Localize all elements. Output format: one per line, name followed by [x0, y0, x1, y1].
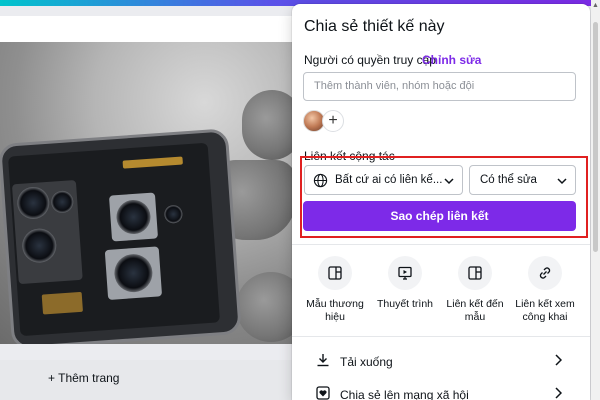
globe-icon — [313, 173, 328, 191]
link-icon — [528, 256, 562, 290]
row-label: Tải xuống — [340, 355, 393, 369]
heart-icon — [316, 386, 330, 400]
member-search-input[interactable]: Thêm thành viên, nhóm hoặc đội — [303, 72, 576, 101]
access-label: Người có quyền truy cập — [304, 53, 436, 67]
link-access-value: Bất cứ ai có liên kế... — [335, 174, 443, 186]
chevron-down-icon — [557, 176, 567, 188]
design-photo[interactable] — [0, 42, 292, 344]
present-icon — [388, 256, 422, 290]
share-social-row[interactable]: Chia sẻ lên mạng xã hội — [316, 383, 572, 400]
template-link-icon — [458, 256, 492, 290]
option-label: Mẫu thương hiệu — [306, 298, 364, 323]
option-public-view-link[interactable]: Liên kết xem công khai — [510, 256, 580, 324]
editor-bottom-bar — [0, 360, 292, 400]
add-page-button[interactable]: + Thêm trang — [48, 371, 119, 385]
page-canvas-top — [0, 16, 292, 42]
permission-value: Có thể sửa — [480, 174, 537, 186]
scrollbar-thumb[interactable] — [593, 22, 598, 252]
divider — [292, 336, 590, 337]
chevron-right-icon — [554, 354, 563, 369]
template-icon — [318, 256, 352, 290]
add-member-button[interactable]: + — [322, 110, 344, 132]
scroll-up-icon[interactable]: ▲ — [592, 2, 599, 9]
chevron-right-icon — [554, 387, 563, 400]
option-present[interactable]: Thuyết trình — [370, 256, 440, 311]
row-label: Chia sẻ lên mạng xã hội — [340, 388, 469, 400]
divider — [292, 244, 590, 245]
copy-link-button[interactable]: Sao chép liên kết — [303, 201, 576, 231]
download-icon — [316, 353, 330, 370]
chevron-down-icon — [444, 176, 454, 188]
option-label: Liên kết xem công khai — [515, 298, 575, 323]
option-template-link[interactable]: Liên kết đến mẫu — [440, 256, 510, 324]
option-brand-template[interactable]: Mẫu thương hiệu — [300, 256, 370, 324]
option-label: Liên kết đến mẫu — [446, 298, 504, 323]
edit-access-link[interactable]: Chỉnh sửa — [422, 53, 481, 67]
link-access-dropdown[interactable]: Bất cứ ai có liên kế... — [304, 165, 463, 195]
panel-title: Chia sẻ thiết kế này — [304, 18, 445, 35]
download-row[interactable]: Tải xuống — [316, 350, 572, 372]
permission-dropdown[interactable]: Có thể sửa — [469, 165, 576, 195]
option-label: Thuyết trình — [376, 298, 434, 310]
